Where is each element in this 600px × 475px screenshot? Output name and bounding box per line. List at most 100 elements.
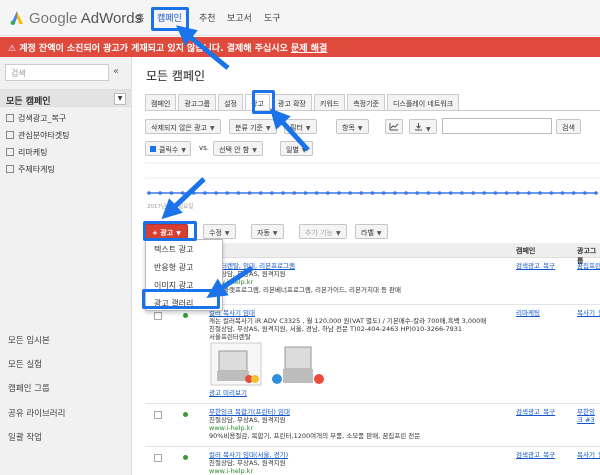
chart-point[interactable] — [236, 191, 241, 195]
row-ad-group-link[interactable]: 복사기_임 — [577, 451, 600, 459]
search-input[interactable] — [442, 118, 552, 134]
sidebar-campaign-item[interactable]: 주제타게팅 — [6, 164, 55, 175]
filter-button[interactable]: 필터 ▼ — [284, 119, 317, 134]
chart-point[interactable] — [549, 191, 554, 195]
table-row[interactable]: 컬러 복사기 임대 캐논 컬러복사기 iR ADV C3325 , 월 120,… — [145, 306, 600, 404]
sidebar-all-drafts[interactable]: 모든 임시본 — [8, 334, 50, 346]
chart-point[interactable] — [337, 191, 341, 195]
row-campaign-link[interactable]: 검색광고_복구 — [516, 451, 574, 459]
chart-point[interactable] — [448, 191, 453, 195]
automate-button[interactable]: 자동 ▼ — [251, 224, 284, 239]
chart-point[interactable] — [169, 191, 174, 195]
chart-point[interactable] — [460, 191, 464, 195]
chart-point[interactable] — [225, 191, 230, 195]
chart-point[interactable] — [158, 191, 162, 195]
chart-point[interactable] — [437, 191, 442, 195]
chart-point[interactable] — [527, 191, 531, 195]
alert-fix-link[interactable]: 문제 해결 — [291, 44, 327, 54]
tab-ad-extensions[interactable]: 광고 확장 — [271, 94, 312, 110]
download-button[interactable]: ▼ — [409, 119, 437, 134]
chart-point[interactable] — [493, 191, 498, 195]
tab-settings[interactable]: 설정 — [218, 94, 243, 110]
columns-button[interactable]: 항목 ▼ — [336, 119, 369, 134]
chart-point[interactable] — [191, 191, 196, 195]
edit-button[interactable]: 수정 ▼ — [203, 224, 236, 239]
adwords-logo[interactable]: Google AdWords — [8, 9, 142, 27]
more-functions-button[interactable]: 추가 기능 ▼ — [299, 224, 347, 239]
sidebar-campaign-groups[interactable]: 캠페인 그룹 — [8, 382, 50, 394]
chart-point[interactable] — [426, 191, 431, 195]
chart-point[interactable] — [247, 191, 252, 195]
ad-headline[interactable]: 무한잉크 복합기(프린터) 임대 — [209, 408, 519, 416]
chart-point[interactable] — [482, 191, 487, 195]
row-campaign-link[interactable]: 검색광고_복구 — [516, 408, 574, 416]
chart-point[interactable] — [404, 191, 408, 195]
chart-point[interactable] — [348, 191, 352, 195]
chart-point[interactable] — [270, 191, 274, 195]
sidebar-all-campaigns[interactable]: 모든 캠페인 ▼ — [0, 89, 132, 107]
chart-point[interactable] — [214, 191, 218, 195]
chart-point[interactable] — [583, 191, 587, 195]
segment-button[interactable]: 분류 기준 ▼ — [229, 119, 277, 134]
chevron-down-icon[interactable]: ▼ — [114, 93, 126, 105]
sidebar-search-input[interactable]: 검색 — [5, 64, 109, 81]
row-ad-group-link[interactable]: 무한잉크 #3 — [577, 408, 600, 424]
search-button[interactable]: 검색 — [556, 119, 581, 134]
chart-point[interactable] — [594, 191, 598, 195]
sidebar-all-experiments[interactable]: 모든 실험 — [8, 358, 42, 370]
status-filter-button[interactable]: 삭제되지 않은 광고 ▼ — [145, 119, 221, 134]
chart-point[interactable] — [314, 191, 319, 195]
chart-point[interactable] — [393, 191, 397, 195]
nav-tools[interactable]: 도구 — [264, 11, 281, 24]
collapse-icon[interactable]: « — [113, 66, 119, 77]
chart-point[interactable] — [281, 191, 285, 195]
chart-point[interactable] — [370, 191, 375, 195]
tab-dimensions[interactable]: 측정기준 — [347, 94, 385, 110]
sidebar-bulk-operations[interactable]: 일괄 작업 — [8, 431, 42, 443]
chart-point[interactable] — [415, 191, 420, 195]
chart-point[interactable] — [381, 191, 386, 195]
chart-point[interactable] — [359, 191, 364, 195]
chart-point[interactable] — [515, 191, 520, 195]
chart-point[interactable] — [326, 191, 330, 195]
chart-point[interactable] — [203, 191, 207, 195]
nav-recommendations[interactable]: 추천 — [199, 11, 216, 24]
chart-point[interactable] — [560, 191, 565, 195]
row-campaign-link[interactable]: 리마케팅 — [516, 309, 574, 317]
chart-point[interactable] — [538, 191, 542, 195]
chart-point[interactable] — [292, 191, 297, 195]
sidebar-campaign-item[interactable]: 관심분야타겟팅 — [6, 130, 70, 141]
row-campaign-link[interactable]: 검색광고_복구 — [516, 262, 574, 270]
ad-headline[interactable]: 프린터렌탈, 임대, 리본프로그램 — [209, 262, 519, 270]
sidebar-campaign-item[interactable]: 검색광고_복구 — [6, 113, 66, 124]
table-row[interactable]: 컬러 복사기 임대(서울, 경기) 친절상담, 무상AS, 원격지원 www.i… — [145, 448, 600, 475]
chart-point[interactable] — [471, 191, 475, 195]
nav-reports[interactable]: 보고서 — [227, 11, 252, 24]
menu-item-responsive-ad[interactable]: 반응형 광고 — [146, 258, 222, 276]
chart-point[interactable] — [303, 191, 308, 195]
column-header-campaign[interactable]: 캠페인 — [516, 246, 535, 256]
label-button[interactable]: 라벨 ▼ — [355, 224, 388, 239]
row-checkbox[interactable] — [154, 454, 162, 462]
period-select[interactable]: 일별 ▼ — [280, 141, 313, 156]
ad-headline[interactable]: 컬러 복사기 임대(서울, 경기) — [209, 451, 519, 459]
row-checkbox[interactable] — [154, 411, 162, 419]
compare-metric-select[interactable]: 선택 안 함 ▼ — [213, 141, 263, 156]
sidebar-shared-library[interactable]: 공유 라이브러리 — [8, 407, 65, 419]
sidebar-campaign-item[interactable]: 리마케팅 — [6, 147, 47, 158]
row-checkbox[interactable] — [154, 312, 162, 320]
chart-point[interactable] — [258, 191, 263, 195]
chart-toggle-button[interactable] — [385, 119, 403, 134]
chart-point[interactable] — [504, 191, 509, 195]
chart-point[interactable] — [571, 191, 576, 195]
table-row[interactable]: 무한잉크 복합기(프린터) 임대 친절상담, 무상AS, 원격지원 www.i-… — [145, 405, 600, 447]
row-ad-group-link[interactable]: 복사기_임 — [577, 309, 600, 317]
metric-select[interactable]: 클릭수 ▼ — [145, 141, 191, 156]
row-ad-group-link[interactable]: 꿈집프린 — [577, 262, 600, 270]
ad-preview-link[interactable]: 광고 미리보기 — [209, 389, 519, 397]
chart-point[interactable] — [180, 191, 185, 195]
tab-display-network[interactable]: 디스플레이 네트워크 — [386, 94, 460, 110]
tab-ad-groups[interactable]: 광고그룹 — [178, 94, 217, 110]
tab-keywords[interactable]: 키워드 — [313, 94, 346, 110]
tab-campaigns[interactable]: 캠페인 — [145, 94, 177, 110]
